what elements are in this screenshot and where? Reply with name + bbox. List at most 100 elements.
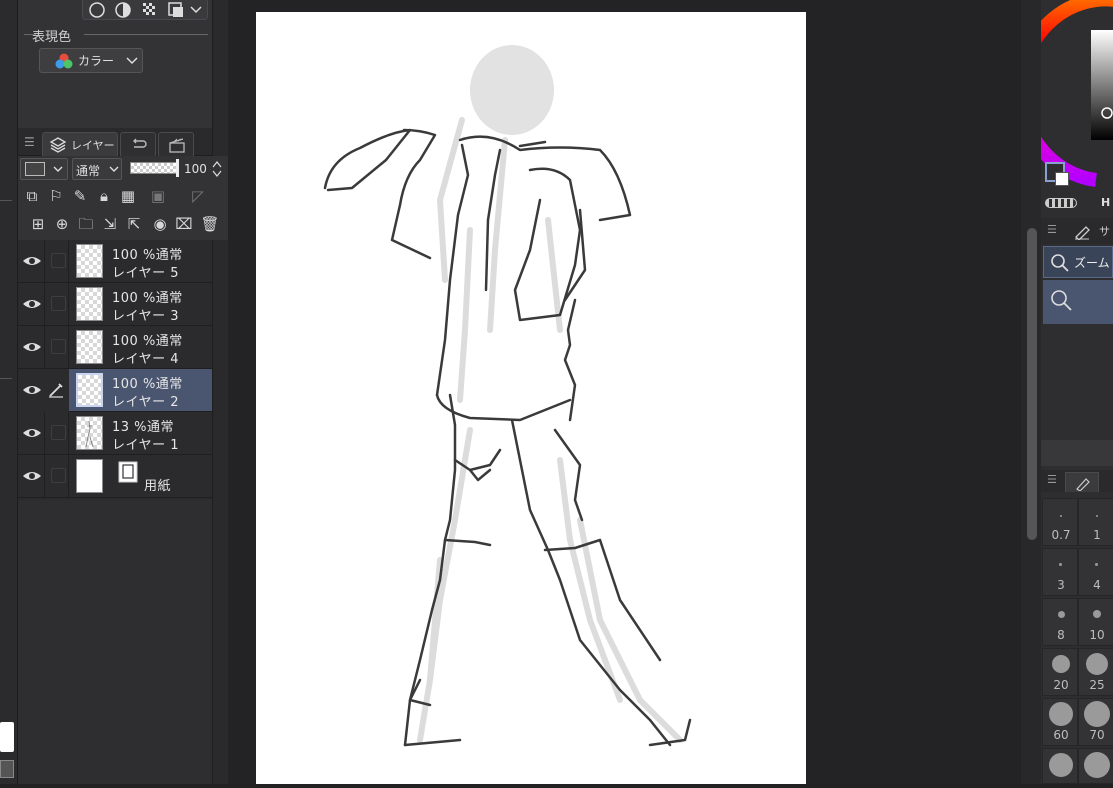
layer-thumbnail [76, 416, 103, 450]
main-color-swatch[interactable] [0, 722, 14, 752]
strip-divider [0, 378, 12, 379]
new-vector-layer-icon[interactable]: ⊕ [52, 214, 72, 234]
column-divider [44, 455, 45, 498]
eye-icon[interactable] [21, 338, 43, 356]
layer-opacity-mode: 100 %通常 [112, 377, 183, 392]
tab-brush-size[interactable] [1065, 472, 1099, 492]
brush-size-label: 4 [1093, 578, 1101, 592]
column-divider [44, 240, 45, 283]
brush-size-cell[interactable]: 3 [1042, 548, 1078, 596]
layer-row[interactable]: 100 %通常 レイヤー 4 [18, 326, 212, 369]
eye-icon[interactable] [21, 252, 43, 270]
expression-color-select[interactable]: カラー [39, 48, 143, 73]
layer-panel-tabs: ☰ レイヤー [18, 128, 212, 156]
opacity-slider[interactable] [130, 162, 178, 174]
eye-icon[interactable] [21, 467, 43, 485]
canvas-scrollbar-thumb[interactable] [1027, 228, 1037, 540]
brush-size-cell[interactable]: 4 [1078, 548, 1113, 596]
panel-menu-icon[interactable]: ☰ [24, 135, 35, 149]
brush-size-cell[interactable]: 20 [1042, 648, 1078, 696]
layer-thumbnail [76, 244, 103, 278]
new-folder-icon[interactable]: 🗀 [76, 214, 96, 234]
opacity-value[interactable]: 100 [184, 162, 207, 176]
layer-opacity-mode: 100 %通常 [112, 291, 183, 306]
brush-size-cell[interactable]: 1 [1078, 498, 1113, 546]
brush-size-cell[interactable] [1078, 748, 1113, 784]
layer-options: 通常 100 ⧉ ⚐ ✎ 🔒︎ ▦ ▣ ◸ ⊞ ⊕ 🗀 ⇲ ⇱ ◉ ⌧ 🗑︎ [18, 156, 228, 240]
brush-size-cell[interactable]: 0.7 [1042, 498, 1078, 546]
panel-menu-icon[interactable]: ☰ [1047, 223, 1057, 236]
brush-size-cell[interactable]: 25 [1078, 648, 1113, 696]
layer-thumbnail [76, 287, 103, 321]
clip-lower-layer-icon[interactable]: ⧉ [22, 186, 42, 206]
figure-sketch [323, 45, 692, 747]
navigator-header: ☰ サ [1041, 218, 1113, 244]
brush-size-label: 60 [1053, 728, 1069, 742]
new-raster-layer-icon[interactable]: ⊞ [28, 214, 48, 234]
reference-layer-icon[interactable]: ⚐ [46, 186, 66, 206]
tab-animation[interactable] [158, 132, 194, 156]
layer-lock-checkbox[interactable] [51, 468, 66, 483]
brush-size-dot [1052, 655, 1070, 673]
layer-toggle-row: ⧉ ⚐ ✎ 🔒︎ ▦ ▣ ◸ [22, 186, 222, 208]
layer-lock-checkbox[interactable] [51, 296, 66, 311]
main-color-swatch[interactable] [1055, 172, 1069, 186]
fill-mode-buttons[interactable] [82, 0, 208, 20]
blend-mode-select[interactable]: 通常 [72, 158, 122, 180]
brush-size-cell[interactable]: 10 [1078, 598, 1113, 646]
transparent-color-toggle[interactable] [1045, 198, 1077, 208]
expression-color-label: 表現色 [32, 30, 72, 45]
layer-lock-checkbox[interactable] [51, 253, 66, 268]
column-divider [68, 283, 69, 326]
layer-color-select[interactable] [20, 158, 68, 180]
mask-enable-icon[interactable]: ▣ [148, 186, 168, 206]
left-panel-scrollbar[interactable] [212, 0, 228, 784]
canvas-paper[interactable] [256, 12, 806, 784]
brush-size-dot [1049, 702, 1073, 726]
expression-color-value: カラー [78, 54, 115, 68]
transfer-to-lower-icon[interactable]: ⇲ [100, 214, 120, 234]
brush-size-dot [1086, 653, 1108, 675]
zoom-tool-item[interactable]: ズーム [1043, 246, 1113, 278]
brush-icon [1076, 478, 1090, 491]
opacity-slider-handle[interactable] [176, 159, 179, 177]
layer-lock-checkbox[interactable] [51, 425, 66, 440]
brush-size-cell[interactable]: 70 [1078, 698, 1113, 746]
eye-icon[interactable] [21, 424, 43, 442]
fill-mode-icons [89, 2, 202, 18]
column-divider [68, 455, 69, 498]
hsv-h-label: H [1101, 196, 1111, 209]
delete-layer-icon[interactable]: 🗑︎ [200, 214, 220, 234]
layer-mask-icon[interactable]: ◉ [150, 214, 170, 234]
mask-outside-icon[interactable]: ⌧ [174, 214, 194, 234]
eye-icon[interactable] [21, 381, 43, 399]
layer-row-paper[interactable]: 用紙 [18, 455, 212, 498]
column-divider [44, 326, 45, 369]
brush-size-cell[interactable]: 8 [1042, 598, 1078, 646]
brush-size-label: 1 [1093, 528, 1101, 542]
layer-row[interactable]: 100 %通常 レイヤー 3 [18, 283, 212, 326]
lock-transparency-icon[interactable]: ▦ [118, 186, 138, 206]
sub-tool-icon[interactable] [1073, 222, 1091, 240]
eye-icon[interactable] [21, 295, 43, 313]
layer-lock-checkbox[interactable] [51, 339, 66, 354]
zoom-sub-tool-item[interactable] [1043, 280, 1113, 324]
layer-row[interactable]: 13 %通常 レイヤー 1 [18, 412, 212, 455]
layer-opacity-mode: 100 %通常 [112, 334, 183, 349]
tab-layer[interactable]: レイヤー [42, 132, 118, 156]
layer-row[interactable]: 100 %通常 レイヤー 5 [18, 240, 212, 283]
lock-layer-icon[interactable]: 🔒︎ [94, 186, 114, 206]
panel-menu-icon[interactable]: ☰ [1047, 473, 1057, 486]
draft-layer-icon[interactable]: ✎ [70, 186, 90, 206]
brush-size-label: 70 [1089, 728, 1105, 742]
merge-lower-icon[interactable]: ⇱ [124, 214, 144, 234]
opacity-stepper-icon[interactable] [212, 160, 222, 178]
transparent-color-swatch[interactable] [0, 760, 14, 778]
brush-size-cell[interactable]: 60 [1042, 698, 1078, 746]
layer-row-selected[interactable]: 100 %通常 レイヤー 2 [18, 369, 212, 412]
tab-history[interactable] [120, 132, 156, 156]
brush-size-dot [1084, 752, 1110, 778]
layer-stack-icon [49, 137, 67, 153]
brush-size-cell[interactable] [1042, 748, 1078, 784]
ruler-enable-icon[interactable]: ◸ [188, 186, 208, 206]
